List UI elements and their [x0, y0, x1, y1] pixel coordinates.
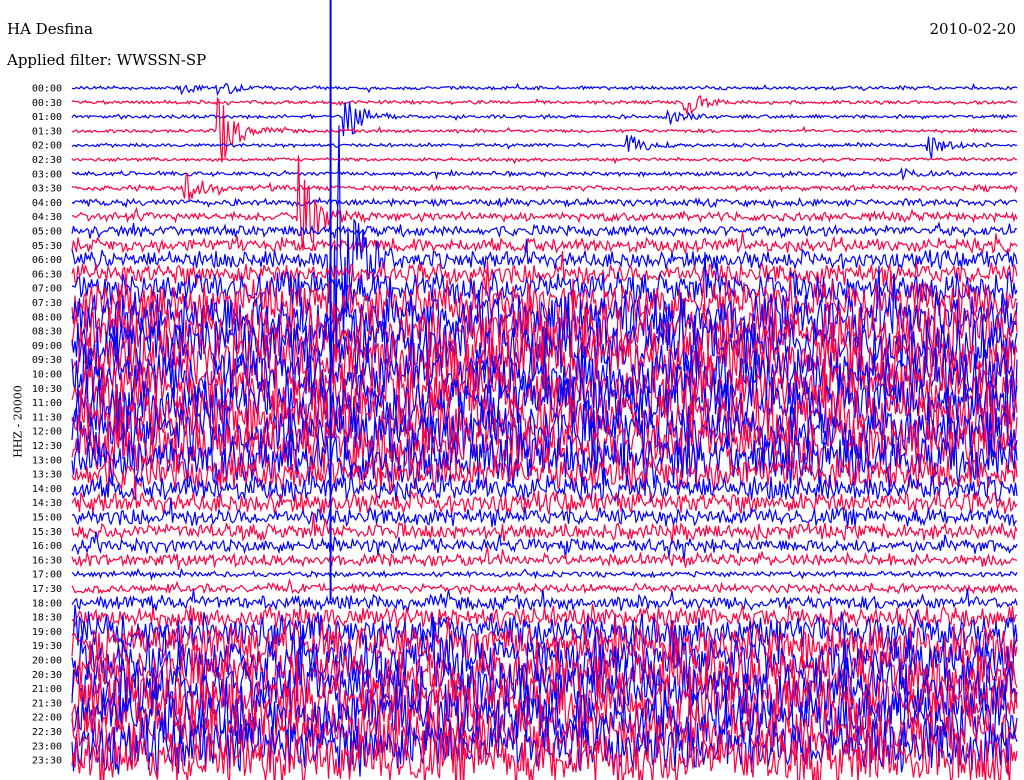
trace-line-1530 [71, 513, 1018, 545]
time-tick-label: 02:00 [32, 141, 62, 152]
time-tick-label: 22:00 [32, 713, 62, 724]
time-tick-label: 17:30 [32, 584, 62, 595]
trace-line-0500 [71, 221, 1018, 240]
helicorder-plot: 00:00 00:30 01:00 01:30 02:00 02:30 03:00 03:30… [32, 0, 1018, 780]
time-tick-label: 06:30 [32, 269, 62, 280]
time-tick-label: 18:00 [32, 598, 62, 609]
time-tick-label: 14:00 [32, 484, 62, 495]
trace-line-0400 [71, 196, 1018, 210]
time-tick-label: 08:30 [32, 327, 62, 338]
time-tick-label: 10:00 [32, 370, 62, 381]
time-tick-label: 16:00 [32, 541, 62, 552]
time-tick-label: 21:00 [32, 684, 62, 695]
trace-line-0200 [71, 134, 1018, 159]
time-tick-label: 11:30 [32, 412, 62, 423]
time-tick-label: 08:00 [32, 312, 62, 323]
time-tick-label: 19:00 [32, 627, 62, 638]
time-tick-label: 05:00 [32, 227, 62, 238]
time-tick-label: 13:00 [32, 455, 62, 466]
time-tick-label: 12:00 [32, 427, 62, 438]
trace-line-0530 [71, 231, 1018, 255]
time-tick-label: 09:30 [32, 355, 62, 366]
time-tick-label: 21:30 [32, 698, 62, 709]
time-tick-label: 01:00 [32, 112, 62, 123]
time-tick-label: 18:30 [32, 613, 62, 624]
time-tick-label: 04:30 [32, 212, 62, 223]
time-tick-label: 09:00 [32, 341, 62, 352]
trace-line-0330 [71, 172, 1018, 201]
trace-line-1700 [71, 567, 1018, 581]
time-tick-label: 17:00 [32, 570, 62, 581]
time-tick-label: 13:30 [32, 470, 62, 481]
time-tick-label: 12:30 [32, 441, 62, 452]
time-tick-label: 04:00 [32, 198, 62, 209]
time-tick-label: 02:30 [32, 155, 62, 166]
time-tick-label: 23:00 [32, 741, 62, 752]
time-tick-label: 20:30 [32, 670, 62, 681]
time-tick-label: 16:30 [32, 555, 62, 566]
time-tick-label: 06:00 [32, 255, 62, 266]
time-tick-label: 03:00 [32, 169, 62, 180]
time-tick-label: 14:30 [32, 498, 62, 509]
trace-line-0000 [71, 82, 1018, 97]
time-tick-label: 11:00 [32, 398, 62, 409]
trace-line-0130 [71, 96, 1017, 163]
time-tick-label: 05:30 [32, 241, 62, 252]
time-tick-label: 03:30 [32, 184, 62, 195]
time-tick-label: 00:00 [32, 84, 62, 95]
trace-line-1730 [71, 578, 1018, 596]
time-tick-label: 20:00 [32, 656, 62, 667]
time-tick-label: 22:30 [32, 727, 62, 738]
time-tick-label: 00:30 [32, 98, 62, 109]
time-tick-label: 01:30 [32, 126, 62, 137]
time-tick-label: 07:30 [32, 298, 62, 309]
trace-line-0300 [71, 166, 1018, 181]
time-tick-label: 15:00 [32, 513, 62, 524]
time-tick-label: 19:30 [32, 641, 62, 652]
time-tick-label: 07:00 [32, 284, 62, 295]
time-tick-label: 10:30 [32, 384, 62, 395]
trace-line-0030 [71, 95, 1018, 116]
trace-line-0230 [71, 156, 1017, 165]
time-tick-label: 23:30 [32, 756, 62, 767]
time-tick-label: 15:30 [32, 527, 62, 538]
